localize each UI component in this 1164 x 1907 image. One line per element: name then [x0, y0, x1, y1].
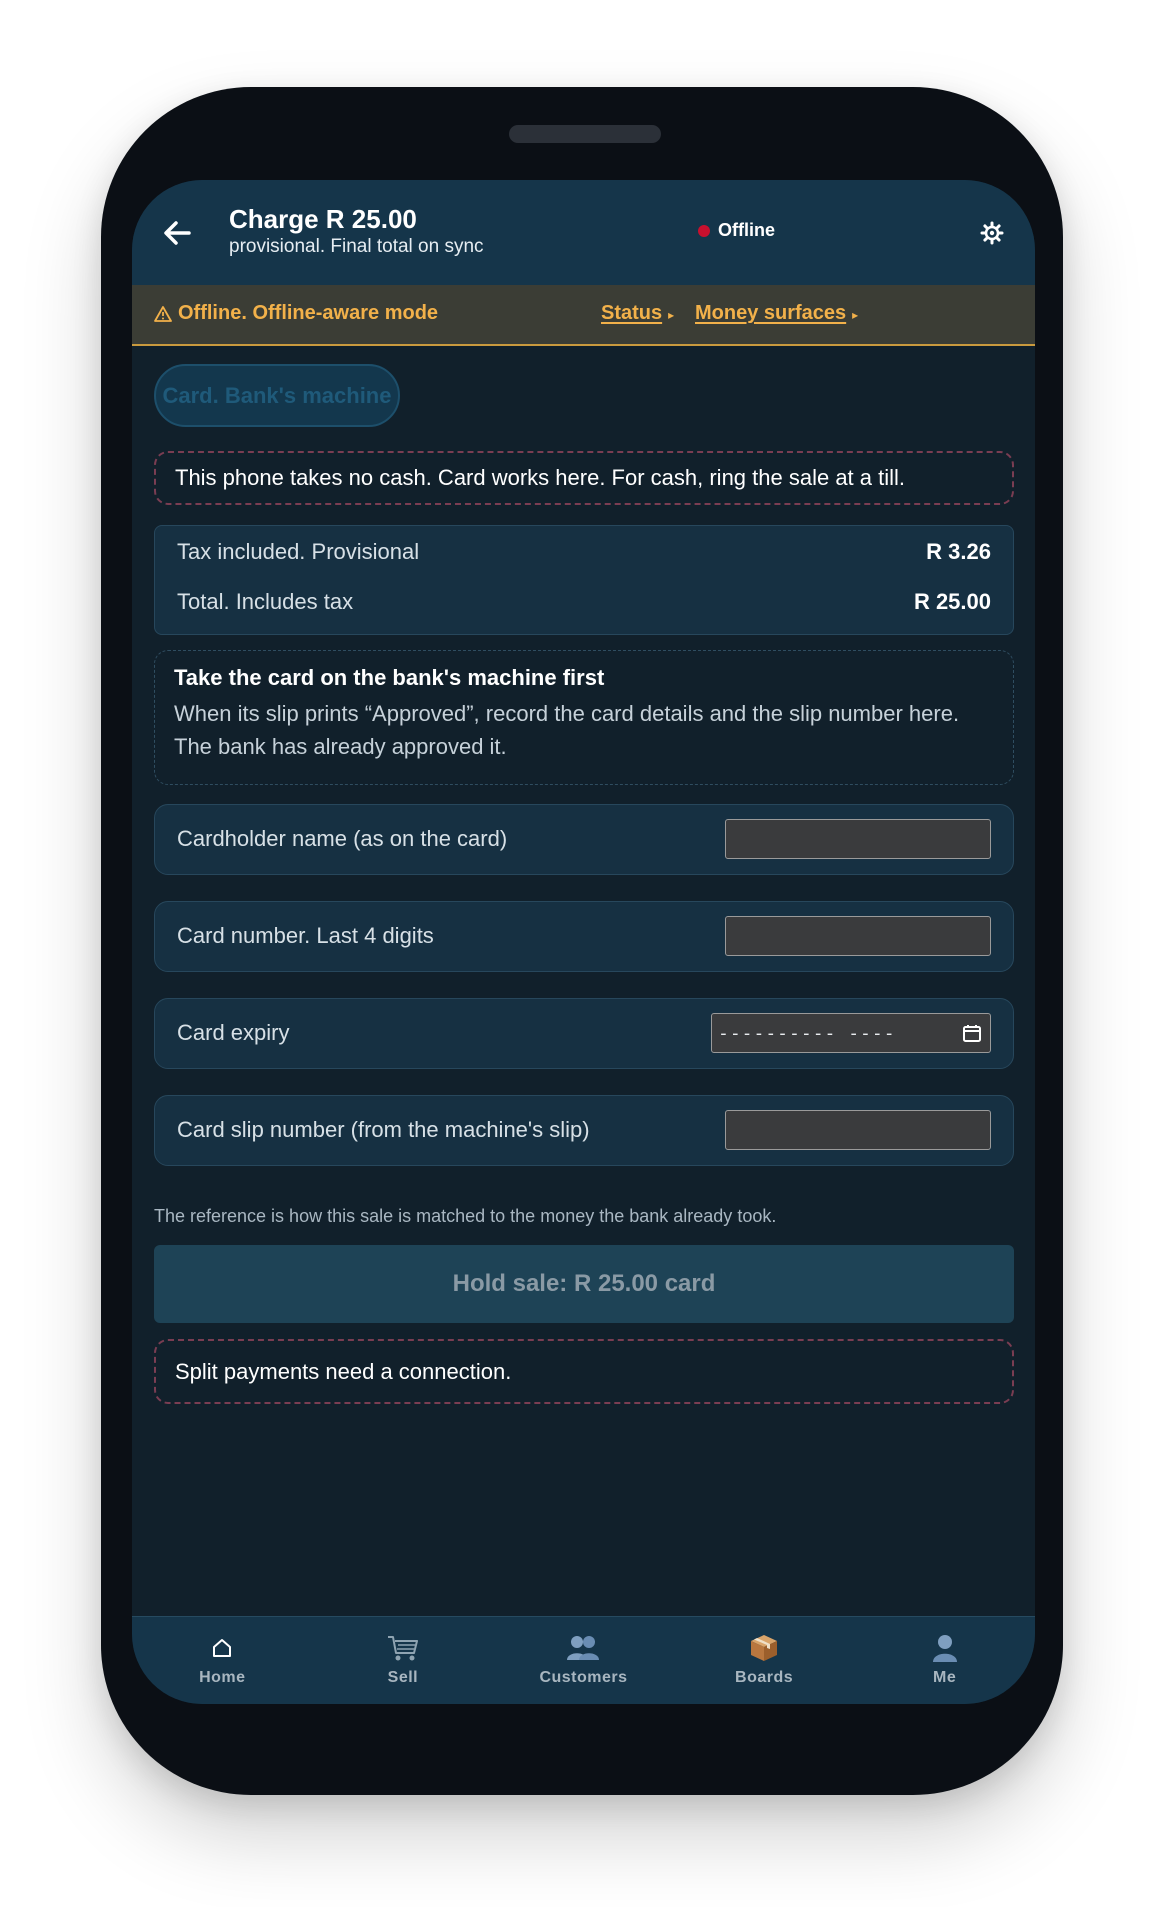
total-label: Total. Includes tax — [177, 589, 354, 614]
card-number-field: Card number. Last 4 digits — [154, 901, 1014, 972]
instructions-title: Take the card on the bank's machine firs… — [174, 665, 605, 690]
settings-button[interactable] — [977, 218, 1007, 248]
cardholder-field: Cardholder name (as on the card) — [154, 804, 1014, 875]
no-cash-notice-text: This phone takes no cash. Card works her… — [175, 465, 906, 490]
nav-item-boards[interactable]: Boards — [674, 1617, 855, 1704]
phone-speaker — [509, 125, 661, 143]
bottom-nav: Home Sell Customers Boards Me — [132, 1616, 1035, 1704]
status-link-label: Status — [601, 302, 663, 324]
card-number-input[interactable] — [725, 916, 991, 956]
tax-label: Tax included. Provisional — [177, 539, 420, 564]
nav-label: Boards — [735, 1669, 794, 1686]
banner-message: Offline. Offline-aware mode — [154, 302, 438, 325]
money-surfaces-link[interactable]: Money surfaces ▸ — [695, 302, 858, 325]
cardholder-label: Cardholder name (as on the card) — [177, 826, 508, 851]
nav-item-customers[interactable]: Customers — [493, 1617, 674, 1704]
home-icon — [211, 1631, 233, 1665]
tax-value: R 3.26 — [926, 539, 991, 564]
reference-note: The reference is how this sale is matche… — [154, 1206, 777, 1226]
hold-sale-button[interactable]: Hold sale: R 25.00 card — [154, 1245, 1014, 1323]
cart-icon — [386, 1631, 420, 1665]
people-icon — [566, 1631, 600, 1665]
banner-text: Offline. Offline-aware mode — [178, 302, 439, 324]
nav-label: Sell — [387, 1669, 419, 1686]
app-header: Charge R 25.00 provisional. Final total … — [132, 180, 1035, 285]
back-button[interactable] — [154, 210, 200, 256]
nav-label: Me — [933, 1669, 957, 1686]
card-expiry-field: Card expiry ---------- ---- — [154, 998, 1014, 1069]
split-notice-text: Split payments need a connection. — [175, 1358, 512, 1384]
slip-number-label: Card slip number (from the machine's sli… — [177, 1117, 590, 1142]
caret-right-icon: ▸ — [852, 308, 859, 322]
card-expiry-label: Card expiry — [177, 1020, 290, 1045]
card-number-label: Card number. Last 4 digits — [177, 923, 434, 948]
total-value: R 25.00 — [913, 589, 991, 614]
money-surfaces-link-label: Money surfaces — [695, 302, 847, 324]
person-icon — [931, 1631, 959, 1665]
nav-item-home[interactable]: Home — [132, 1617, 313, 1704]
warning-icon — [154, 305, 172, 323]
screen: Charge R 25.00 provisional. Final total … — [132, 180, 1035, 1704]
slip-number-input[interactable] — [725, 1110, 991, 1150]
nav-label: Home — [199, 1669, 246, 1686]
split-notice: Split payments need a connection. — [154, 1339, 1014, 1404]
instructions-body: When its slip prints “Approved”, record … — [174, 701, 960, 759]
payment-method-chip[interactable]: Card. Bank's machine — [154, 364, 400, 427]
nav-label: Customers — [539, 1669, 628, 1686]
instructions-panel: Take the card on the bank's machine firs… — [154, 650, 1014, 785]
caret-right-icon: ▸ — [668, 308, 675, 322]
phone-frame: Charge R 25.00 provisional. Final total … — [101, 87, 1063, 1795]
page-title: Charge R 25.00 — [229, 204, 417, 234]
status-label: Offline — [718, 220, 775, 240]
page-subtitle: provisional. Final total on sync — [229, 236, 484, 257]
status-dot-icon — [698, 224, 710, 237]
no-cash-notice: This phone takes no cash. Card works her… — [154, 451, 1014, 505]
offline-banner: Offline. Offline-aware mode Status ▸ Mone… — [132, 285, 1035, 346]
box-icon — [749, 1631, 779, 1665]
cardholder-input[interactable] — [725, 819, 991, 859]
status-link[interactable]: Status ▸ — [601, 302, 674, 325]
card-expiry-input[interactable]: ---------- ---- — [711, 1013, 991, 1053]
connection-status: Offline — [698, 220, 775, 241]
nav-item-sell[interactable]: Sell — [313, 1617, 494, 1704]
arrow-left-icon — [164, 221, 191, 245]
slip-number-field: Card slip number (from the machine's sli… — [154, 1095, 1014, 1166]
nav-item-me[interactable]: Me — [854, 1617, 1035, 1704]
gear-icon — [980, 221, 1004, 245]
card-expiry-value: ---------- ---- — [718, 1022, 896, 1044]
totals-card: Tax included. Provisional R 3.26 Total. … — [154, 525, 1014, 635]
calendar-icon[interactable] — [960, 1021, 984, 1045]
